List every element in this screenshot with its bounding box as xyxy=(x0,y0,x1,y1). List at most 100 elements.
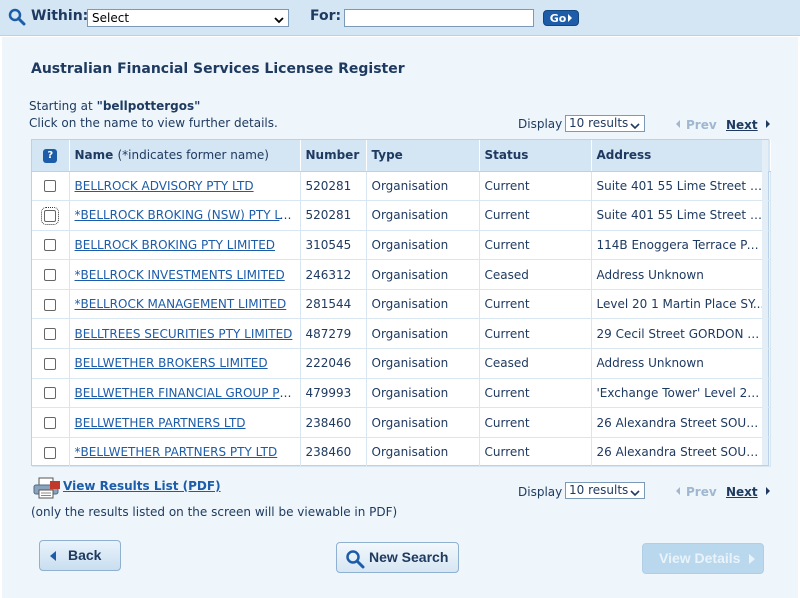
next-link-top[interactable]: Next xyxy=(726,118,770,132)
licensee-address: 114B Enoggera Terrace PA... xyxy=(591,230,771,261)
row-checkbox[interactable] xyxy=(44,269,57,282)
starting-prefix: Starting at xyxy=(29,99,93,113)
prev-label: Prev xyxy=(686,118,717,132)
licensee-address: Address Unknown xyxy=(591,259,771,290)
licensee-name-link[interactable]: *BELLROCK INVESTMENTS LIMITED xyxy=(75,268,285,282)
licensee-status: Current xyxy=(479,230,592,261)
search-input[interactable] xyxy=(344,9,534,27)
licensee-type: Organisation xyxy=(366,200,480,231)
header-type: Type xyxy=(366,140,480,172)
display-select-top[interactable]: 10 results xyxy=(565,115,645,132)
licensee-name-link[interactable]: BELLWETHER FINANCIAL GROUP PTY ... xyxy=(75,386,300,400)
header-status: Status xyxy=(479,140,592,172)
licensee-type: Organisation xyxy=(366,378,480,409)
instruction-text: Click on the name to view further detail… xyxy=(29,116,278,130)
licensee-name-link[interactable]: BELLWETHER PARTNERS LTD xyxy=(75,416,246,430)
header-address: Address xyxy=(591,140,771,172)
search-icon xyxy=(345,549,365,579)
licensee-type: Organisation xyxy=(366,230,480,261)
display-select-bottom[interactable]: 10 results xyxy=(565,482,645,499)
licensee-name-link[interactable]: BELLWETHER BROKERS LIMITED xyxy=(75,356,268,370)
back-button[interactable]: Back xyxy=(39,540,121,571)
licensee-number: 281544 xyxy=(300,289,367,320)
licensee-number: 487279 xyxy=(300,318,367,350)
view-details-label: View Details xyxy=(659,550,741,566)
new-search-label: New Search xyxy=(369,549,449,565)
row-checkbox[interactable] xyxy=(44,417,57,430)
display-label-bottom: Display xyxy=(518,485,563,499)
go-button-label: Go xyxy=(549,12,567,25)
licensee-address: 'Exchange Tower' Level 20 ... xyxy=(591,378,771,409)
arrow-right-icon xyxy=(765,120,770,128)
licensee-name-link[interactable]: *BELLWETHER PARTNERS PTY LTD xyxy=(75,445,278,459)
header-name-label: Name xyxy=(74,148,114,163)
view-results-pdf-link[interactable]: View Results List (PDF) xyxy=(63,479,221,493)
help-icon: ? xyxy=(43,148,58,163)
licensee-address: 29 Cecil Street GORDON N... xyxy=(591,318,771,350)
row-checkbox[interactable] xyxy=(44,387,57,400)
licensee-status: Ceased xyxy=(479,348,592,379)
licensee-type: Organisation xyxy=(366,318,480,350)
prev-label: Prev xyxy=(686,485,717,499)
table-row: *BELLROCK BROKING (NSW) PTY LTD 520281 O… xyxy=(32,200,771,231)
licensee-address: Level 20 1 Martin Place SY... xyxy=(591,289,771,320)
go-button[interactable]: Go xyxy=(543,10,579,26)
back-button-label: Back xyxy=(68,547,102,563)
licensee-name-link[interactable]: *BELLROCK BROKING (NSW) PTY LTD xyxy=(75,208,297,222)
arrow-left-icon xyxy=(676,487,680,495)
arrow-right-icon xyxy=(749,554,755,564)
row-checkbox[interactable] xyxy=(41,206,60,225)
page-title: Australian Financial Services Licensee R… xyxy=(31,61,405,77)
licensee-number: 222046 xyxy=(300,348,367,379)
for-label: For: xyxy=(310,8,342,24)
within-select[interactable]: Select xyxy=(87,9,289,27)
within-label: Within: xyxy=(31,8,89,24)
licensee-number: 520281 xyxy=(300,171,367,202)
licensee-type: Organisation xyxy=(366,289,480,320)
header-help[interactable]: ? xyxy=(32,140,70,172)
licensee-type: Organisation xyxy=(366,407,480,438)
table-scrollbar[interactable] xyxy=(762,140,768,465)
pdf-note: (only the results listed on the screen w… xyxy=(31,505,398,519)
table-row: *BELLROCK MANAGEMENT LIMITED 281544 Orga… xyxy=(32,289,771,320)
chevron-down-icon xyxy=(274,13,284,27)
starting-at-text: Starting at "bellpottergos" xyxy=(29,99,200,113)
licensee-address: 26 Alexandra Street SOUTH... xyxy=(591,407,771,438)
chevron-down-icon xyxy=(630,119,640,134)
table-row: *BELLROCK INVESTMENTS LIMITED 246312 Org… xyxy=(32,259,771,290)
arrow-left-icon xyxy=(50,551,56,561)
table-row: BELLROCK BROKING PTY LIMITED 310545 Orga… xyxy=(32,230,771,261)
licensee-status: Current xyxy=(479,378,592,409)
row-checkbox[interactable] xyxy=(44,239,57,252)
display-select-value: 10 results xyxy=(569,116,629,130)
next-label: Next xyxy=(726,118,758,132)
table-header-row: ? Name (*indicates former name) Number T… xyxy=(32,140,771,172)
licensee-number: 479993 xyxy=(300,378,367,409)
licensee-name-link[interactable]: BELLROCK BROKING PTY LIMITED xyxy=(75,238,276,252)
new-search-button[interactable]: New Search xyxy=(336,542,459,573)
licensee-type: Organisation xyxy=(366,437,480,468)
next-link-bottom[interactable]: Next xyxy=(726,485,770,499)
view-details-button[interactable]: View Details xyxy=(642,543,764,574)
licensee-name-link[interactable]: BELLTREES SECURITIES PTY LIMITED xyxy=(75,327,293,341)
arrow-right-icon xyxy=(765,487,770,495)
row-checkbox[interactable] xyxy=(44,180,57,193)
licensee-address: Suite 401 55 Lime Street S... xyxy=(591,200,771,231)
row-checkbox[interactable] xyxy=(44,446,57,459)
licensee-name-link[interactable]: BELLROCK ADVISORY PTY LTD xyxy=(75,179,254,193)
licensee-type: Organisation xyxy=(366,348,480,379)
row-checkbox[interactable] xyxy=(44,328,57,341)
next-label: Next xyxy=(726,485,758,499)
table-row: BELLTREES SECURITIES PTY LIMITED 487279 … xyxy=(32,318,771,350)
row-checkbox[interactable] xyxy=(44,298,57,311)
arrow-left-icon xyxy=(676,120,680,128)
arrow-right-icon xyxy=(568,14,573,22)
prev-link-bottom: Prev xyxy=(676,485,717,499)
header-name: Name (*indicates former name) xyxy=(69,140,301,172)
row-checkbox[interactable] xyxy=(44,357,57,370)
licensee-status: Current xyxy=(479,171,592,202)
licensee-name-link[interactable]: *BELLROCK MANAGEMENT LIMITED xyxy=(75,297,287,311)
printer-icon[interactable] xyxy=(33,477,61,503)
licensee-type: Organisation xyxy=(366,171,480,202)
licensee-address: 26 Alexandra Street SOUTH... xyxy=(591,437,771,468)
